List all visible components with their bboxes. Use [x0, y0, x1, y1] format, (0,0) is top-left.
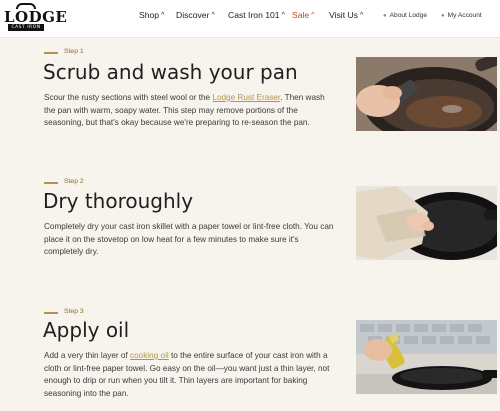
step-title: Apply oil: [43, 318, 130, 342]
step-label: Step 3: [64, 308, 84, 315]
nav-visit-us[interactable]: Visit Us ^: [329, 10, 363, 20]
my-account-link[interactable]: ● My Account: [441, 12, 482, 19]
step-divider: [44, 312, 58, 314]
step-title: Dry thoroughly: [43, 189, 194, 213]
location-pin-icon: ●: [383, 13, 387, 19]
nav-visit-us-label: Visit Us: [329, 10, 358, 20]
step-body-text: Add a very thin layer of: [44, 351, 131, 360]
step-body-text: Scour the rusty sections with steel wool…: [44, 93, 213, 102]
about-lodge-label: About Lodge: [389, 12, 428, 19]
nav-cast-iron-101-label: Cast Iron 101: [228, 10, 280, 20]
hand-drying-skillet-photo: [356, 186, 497, 260]
step-label: Step 1: [64, 48, 84, 55]
nav-sale[interactable]: Sale ^: [292, 10, 315, 20]
chevron-up-icon: ^: [281, 12, 285, 19]
nav-shop-label: Shop: [139, 10, 160, 20]
user-icon: ●: [441, 13, 445, 19]
lodge-rust-eraser-link[interactable]: Lodge Rust Eraser: [212, 93, 280, 102]
chevron-up-icon: ^: [359, 12, 364, 19]
step-body: Completely dry your cast iron skillet wi…: [44, 221, 334, 259]
step-body: Scour the rusty sections with steel wool…: [44, 92, 334, 130]
chevron-up-icon: ^: [161, 12, 165, 19]
nav-cast-iron-101[interactable]: Cast Iron 101 ^: [228, 10, 285, 20]
nav-sale-label: Sale: [292, 10, 310, 20]
about-lodge-link[interactable]: ● About Lodge: [383, 12, 427, 19]
lodge-logo[interactable]: LODGE CAST IRON: [4, 3, 67, 33]
step-label: Step 2: [64, 178, 84, 185]
logo-subtitle: CAST IRON: [8, 24, 44, 31]
step-divider: [44, 52, 58, 54]
cooking-oil-link[interactable]: cooking oil: [130, 351, 169, 360]
nav-discover[interactable]: Discover ^: [176, 10, 215, 20]
chevron-up-icon: ^: [211, 12, 215, 19]
chevron-up-icon: ^: [311, 12, 315, 19]
my-account-label: My Account: [447, 12, 482, 19]
nav-shop[interactable]: Shop ^: [139, 10, 164, 20]
nav-discover-label: Discover: [176, 10, 210, 20]
step-body: Add a very thin layer of cooking oil to …: [44, 350, 334, 400]
step-divider: [44, 182, 58, 184]
step-title: Scrub and wash your pan: [43, 60, 298, 84]
spraying-oil-skillet-photo: [356, 320, 497, 394]
site-header: LODGE CAST IRON Shop ^ Discover ^ Cast Iro…: [0, 0, 500, 38]
step-body-text: Completely dry your cast iron skillet wi…: [44, 222, 334, 257]
hand-scrubbing-skillet-photo: [356, 57, 497, 131]
